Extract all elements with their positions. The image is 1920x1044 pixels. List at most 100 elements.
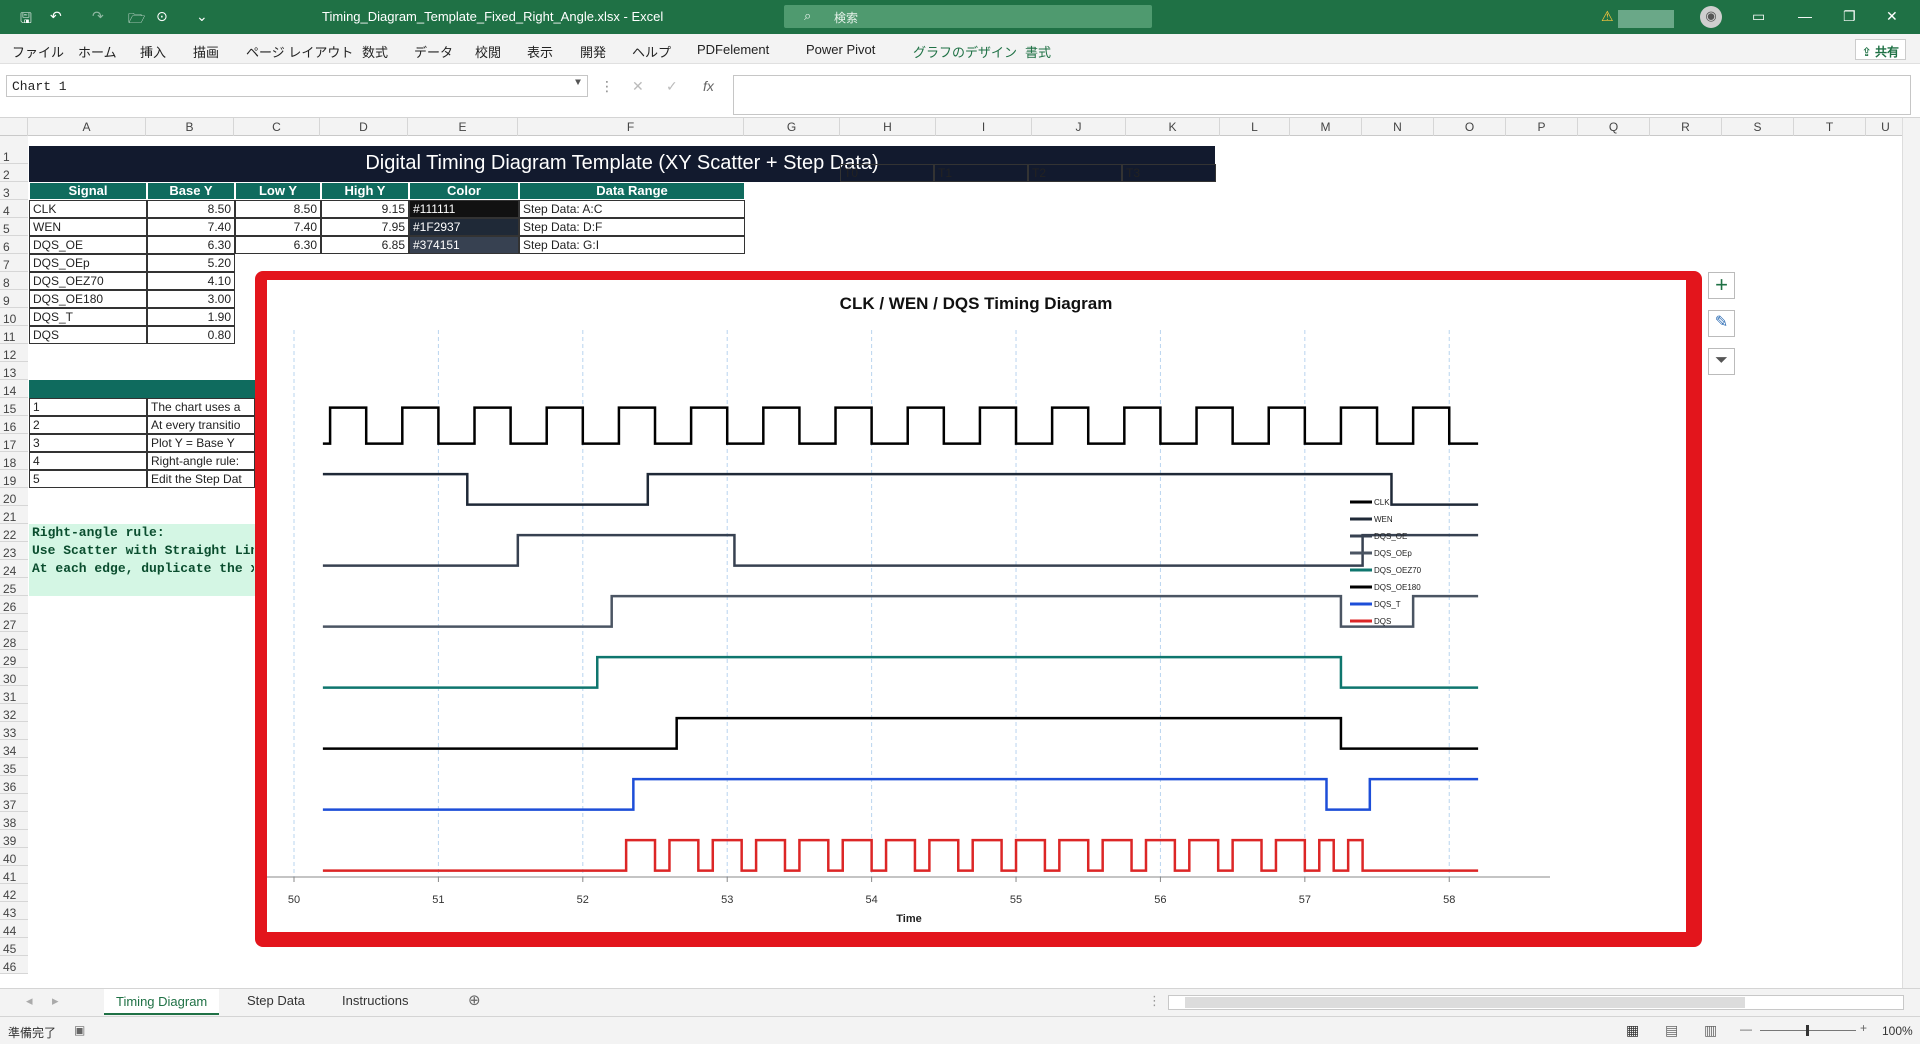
legend-entry[interactable]: DQS_OEZ70 (1374, 566, 1422, 575)
page-layout-icon[interactable]: ▤ (1665, 1022, 1678, 1039)
row-header[interactable]: 45 (0, 938, 28, 956)
table-header[interactable]: Signal (29, 182, 147, 200)
row-header[interactable]: 3 (0, 182, 28, 200)
table-cell[interactable]: 7.40 (235, 218, 321, 236)
row-header[interactable]: 31 (0, 686, 28, 704)
row-header[interactable]: 19 (0, 470, 28, 488)
rule-line[interactable]: Use Scatter with Straight Line (32, 543, 254, 561)
tab-instructions[interactable]: Instructions (342, 993, 408, 1008)
chart-filter-icon[interactable]: ⏷ (1708, 348, 1735, 375)
row-header[interactable]: 39 (0, 830, 28, 848)
page-break-icon[interactable]: ▥ (1704, 1022, 1717, 1039)
row-header[interactable]: 5 (0, 218, 28, 236)
chevron-down-icon[interactable]: ▼ (575, 78, 581, 89)
maximize-icon[interactable]: ❐ (1843, 8, 1856, 25)
row-header[interactable]: 36 (0, 776, 28, 794)
column-header[interactable]: U (1866, 118, 1902, 136)
row-header[interactable]: 21 (0, 506, 28, 524)
ribbon-tab-1[interactable]: ホーム (78, 42, 117, 61)
scroll-thumb[interactable] (1185, 997, 1745, 1008)
row-header[interactable]: 34 (0, 740, 28, 758)
table-header[interactable]: Low Y (235, 182, 321, 200)
zoom-thumb[interactable] (1806, 1025, 1809, 1036)
save-icon[interactable]: 🖫 (20, 8, 32, 32)
column-header[interactable]: J (1032, 118, 1126, 136)
table-cell[interactable]: DQS_OEZ70 (29, 272, 147, 290)
note-text[interactable]: Edit the Step Dat (147, 470, 255, 488)
table-cell[interactable]: 7.95 (321, 218, 409, 236)
ribbon-tab-6[interactable]: データ (414, 42, 453, 61)
row-header[interactable]: 23 (0, 542, 28, 560)
row-header[interactable]: 42 (0, 884, 28, 902)
row-header[interactable]: 33 (0, 722, 28, 740)
chart-selection-frame[interactable]: CLK / WEN / DQS Timing Diagram 50 51 52 53 54… (255, 271, 1702, 947)
row-header[interactable]: 17 (0, 434, 28, 452)
chart-styles-brush-icon[interactable]: ✎ (1708, 310, 1735, 337)
note-number[interactable]: 4 (29, 452, 147, 470)
row-header[interactable]: 24 (0, 560, 28, 578)
row-header[interactable]: 13 (0, 362, 28, 380)
column-header[interactable]: E (408, 118, 518, 136)
ribbon-tab-8[interactable]: 表示 (527, 42, 553, 61)
row-header[interactable]: 16 (0, 416, 28, 434)
ribbon-tab-13[interactable]: グラフのデザイン (913, 42, 1017, 61)
table-header[interactable]: Color (409, 182, 519, 200)
close-icon[interactable]: ✕ (1886, 8, 1898, 25)
column-header[interactable]: I (936, 118, 1032, 136)
row-header[interactable]: 28 (0, 632, 28, 650)
legend-entry[interactable]: DQS (1374, 617, 1391, 626)
table-cell[interactable]: 3.00 (147, 290, 235, 308)
row-header[interactable]: 18 (0, 452, 28, 470)
table-cell[interactable]: 8.50 (147, 200, 235, 218)
ribbon-tab-5[interactable]: 数式 (362, 42, 388, 61)
column-header[interactable]: L (1220, 118, 1290, 136)
share-button[interactable]: ⇪ 共有 (1854, 39, 1906, 60)
legend-entry[interactable]: DQS_OE180 (1374, 583, 1421, 592)
row-header[interactable]: 44 (0, 920, 28, 938)
legend-entry[interactable]: DQS_T (1374, 600, 1401, 609)
row-header[interactable]: 7 (0, 254, 28, 272)
row-header[interactable]: 35 (0, 758, 28, 776)
ribbon-tab-12[interactable]: Power Pivot (806, 42, 875, 57)
row-header[interactable]: 32 (0, 704, 28, 722)
normal-view-icon[interactable]: ▦ (1626, 1022, 1639, 1039)
table-cell[interactable]: CLK (29, 200, 147, 218)
row-header[interactable]: 11 (0, 326, 28, 344)
table-cell[interactable]: 0.80 (147, 326, 235, 344)
row-header[interactable]: 46 (0, 956, 28, 974)
open-icon[interactable]: 🗁 (128, 8, 145, 32)
table-cell[interactable]: 1.90 (147, 308, 235, 326)
redo-icon[interactable]: ↷ (92, 8, 104, 25)
prev-sheet-icon[interactable]: ◂ (26, 993, 33, 1009)
row-header[interactable]: 15 (0, 398, 28, 416)
legend-entry[interactable]: WEN (1374, 515, 1393, 524)
table-cell[interactable]: 7.40 (147, 218, 235, 236)
column-header[interactable]: F (518, 118, 744, 136)
table-cell[interactable]: DQS_OE180 (29, 290, 147, 308)
column-header[interactable]: H (840, 118, 936, 136)
x-axis-label[interactable]: Time (896, 913, 921, 925)
table-header[interactable]: Data Range (519, 182, 745, 200)
add-sheet-icon[interactable]: ⊕ (468, 991, 481, 1009)
tab-step-data[interactable]: Step Data (247, 993, 305, 1008)
row-header[interactable]: 29 (0, 650, 28, 668)
table-cell[interactable]: 6.30 (147, 236, 235, 254)
column-header[interactable]: K (1126, 118, 1220, 136)
column-header[interactable]: P (1506, 118, 1578, 136)
column-header[interactable]: N (1362, 118, 1434, 136)
table-cell[interactable]: #1F2937 (409, 218, 519, 236)
row-header[interactable]: 27 (0, 614, 28, 632)
row-header[interactable]: 22 (0, 524, 28, 542)
row-header[interactable]: 10 (0, 308, 28, 326)
zoom-level[interactable]: 100% (1882, 1024, 1913, 1038)
table-cell[interactable]: Step Data: A:C (519, 200, 745, 218)
row-header[interactable]: 30 (0, 668, 28, 686)
column-header[interactable]: B (146, 118, 234, 136)
row-header[interactable]: 41 (0, 866, 28, 884)
table-cell[interactable]: WEN (29, 218, 147, 236)
zoom-slider[interactable] (1760, 1025, 1856, 1036)
tab-timing-diagram[interactable]: Timing Diagram (104, 989, 220, 1015)
series-line-clk[interactable] (322, 406, 1479, 445)
table-cell[interactable]: 6.85 (321, 236, 409, 254)
note-text[interactable]: At every transitio (147, 416, 255, 434)
